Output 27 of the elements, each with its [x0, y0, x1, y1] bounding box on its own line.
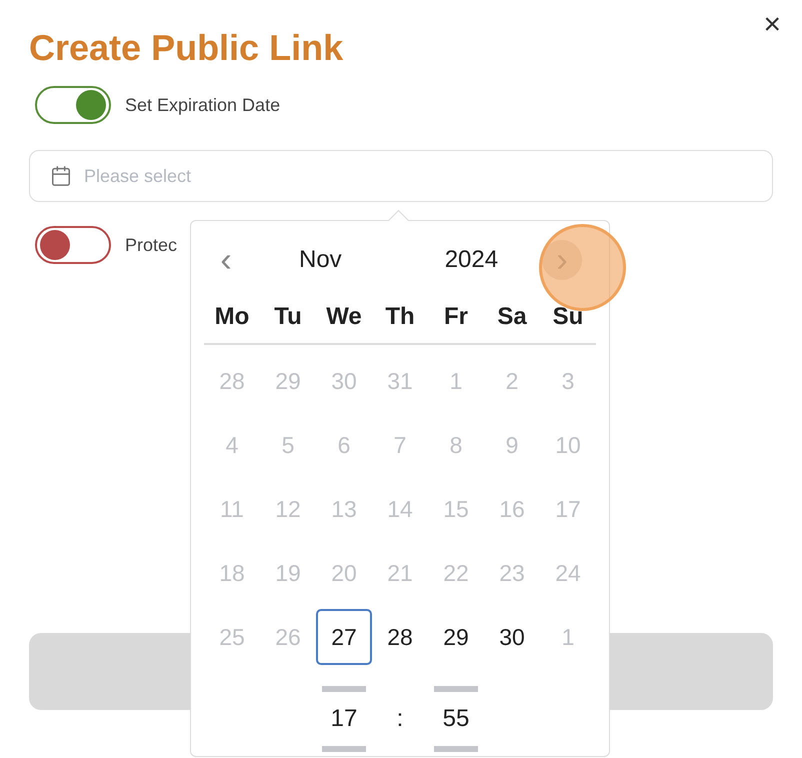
- toggle-switch[interactable]: [35, 86, 111, 124]
- weekday-label: Tu: [273, 302, 303, 332]
- minute-value[interactable]: 55: [442, 692, 470, 746]
- previous-month-button[interactable]: ‹: [206, 240, 246, 280]
- day-cell[interactable]: 28: [372, 609, 428, 665]
- weekday-label: Su: [552, 302, 584, 332]
- weekday-label: Fr: [443, 302, 469, 332]
- day-cell[interactable]: 29: [428, 609, 484, 665]
- year-label[interactable]: 2024: [444, 242, 498, 278]
- calendar-icon: [50, 165, 72, 187]
- weekday-label: We: [325, 302, 363, 332]
- date-field[interactable]: Please select: [29, 150, 773, 202]
- toggle-switch[interactable]: [35, 226, 111, 264]
- day-cell[interactable]: 27: [316, 609, 372, 665]
- next-month-button[interactable]: ›: [542, 240, 582, 280]
- day-cell[interactable]: 30: [484, 609, 540, 665]
- weekday-label: Th: [384, 302, 416, 332]
- date-input[interactable]: Please select: [84, 162, 752, 190]
- close-button[interactable]: ×: [763, 10, 781, 40]
- month-label[interactable]: Nov: [299, 242, 342, 278]
- weekday-label: Sa: [496, 302, 528, 332]
- weekday-label: Mo: [214, 302, 250, 332]
- hour-value[interactable]: 17: [330, 692, 358, 746]
- toggle-label: Protec: [125, 234, 178, 256]
- dialog-title: Create Public Link: [29, 26, 344, 70]
- time-separator: :: [396, 704, 404, 734]
- toggle-label: Set Expiration Date: [125, 94, 280, 117]
